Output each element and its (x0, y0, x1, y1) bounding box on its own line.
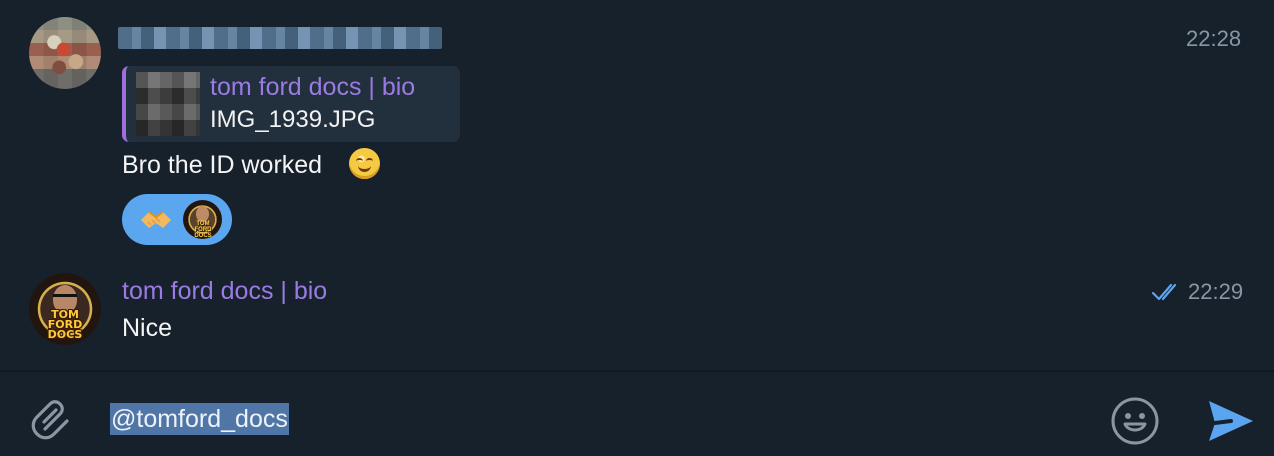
message-time: 22:29 (1188, 279, 1244, 304)
message-text: Nice (122, 314, 173, 342)
reaction-avatar-face (196, 206, 209, 222)
handshake-icon (141, 211, 171, 228)
emoji-icon[interactable] (1110, 396, 1160, 446)
reaction-user-avatar: TOM FORD DOCS (183, 200, 222, 239)
blurred-sender-name (118, 27, 442, 49)
tom-ford-docs-avatar[interactable]: TOM FORD DOCS (29, 273, 101, 345)
smiling-face-emoji-icon (349, 148, 380, 179)
message-input[interactable]: @tomford_docs (110, 403, 289, 435)
sender-name[interactable]: tom ford docs | bio (122, 277, 327, 306)
paperclip-icon[interactable] (27, 395, 75, 443)
reply-image-thumbnail (136, 72, 200, 136)
blurred-avatar-image (29, 17, 101, 89)
smile-mouth (358, 163, 371, 172)
avatar-glasses (53, 294, 77, 303)
sender-avatar-blurred[interactable] (29, 17, 101, 89)
message-input-wrap[interactable]: @tomford_docs (110, 403, 289, 435)
send-icon[interactable] (1206, 398, 1256, 444)
reply-file-name: IMG_1939.JPG (210, 106, 376, 133)
double-check-icon (1151, 283, 1177, 301)
message-composer: @tomford_docs (0, 372, 1274, 456)
reaction-avatar-logo: TOM FORD DOCS (194, 221, 212, 239)
reaction-pill[interactable]: TOM FORD DOCS (122, 194, 232, 245)
chat-history: 22:28 tom ford docs | bio IMG_1939.JPG B… (0, 0, 1274, 370)
message-text: Bro the ID worked (122, 151, 323, 179)
avatar-logo-text: TOM FORD DOCS (47, 308, 83, 341)
message-time: 22:28 (1186, 26, 1242, 51)
reply-sender-name: tom ford docs | bio (210, 73, 416, 101)
reply-preview[interactable]: tom ford docs | bio IMG_1939.JPG (122, 66, 460, 142)
